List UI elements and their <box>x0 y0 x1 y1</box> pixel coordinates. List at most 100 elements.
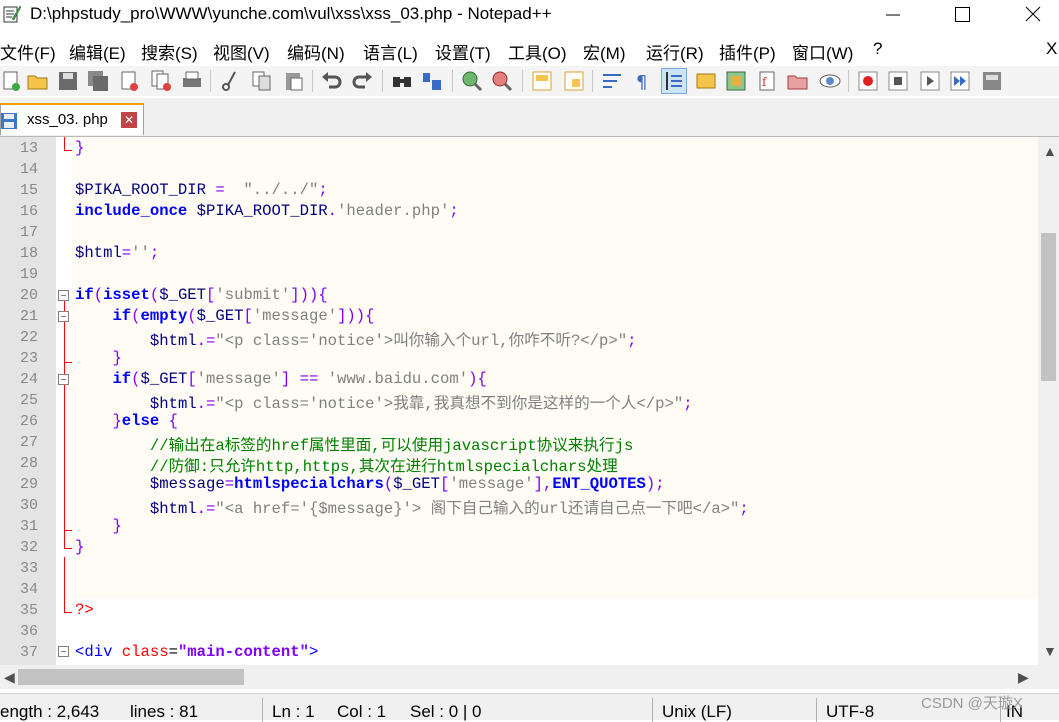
word-wrap-icon[interactable] <box>600 69 624 93</box>
scroll-left-icon[interactable]: ◀ <box>4 669 15 686</box>
line-number: 37 <box>19 644 38 661</box>
code-editor[interactable]: 13 14 15 16 17 18 19 20 21 22 23 24 25 2… <box>0 137 1038 665</box>
tab-close-icon[interactable]: ✕ <box>121 112 137 128</box>
tab-label: xss_03. php <box>27 111 108 128</box>
menu-close-doc[interactable]: X <box>1046 39 1057 59</box>
maximize-button[interactable] <box>940 0 986 30</box>
line-number: 13 <box>19 140 38 157</box>
menu-macro[interactable]: 宏(M) <box>583 39 625 64</box>
status-length: ength : 2,643 <box>0 702 100 721</box>
menu-run[interactable]: 运行(R) <box>646 39 704 64</box>
close-button[interactable] <box>1010 0 1056 30</box>
close-file-icon[interactable] <box>118 69 142 93</box>
play-macro-icon[interactable] <box>918 69 942 93</box>
zoom-in-icon[interactable] <box>460 69 484 93</box>
code-line: $PIKA_ROOT_DIR = "../../"; <box>75 181 328 199</box>
function-list-icon[interactable]: f <box>756 69 780 93</box>
sync-vertical-icon[interactable] <box>530 69 554 93</box>
fold-toggle-line-37[interactable] <box>58 646 69 657</box>
status-col: Col : 1 <box>337 702 387 721</box>
horizontal-scrollbar[interactable]: ◀ ▶ <box>0 665 1038 689</box>
line-number: 28 <box>19 455 38 472</box>
code-line: if(isset($_GET['submit'])){ <box>75 286 328 304</box>
tab-xss-03-php[interactable]: xss_03. php ✕ <box>0 103 144 135</box>
doc-map-icon[interactable] <box>724 69 748 93</box>
line-number: 34 <box>19 581 38 598</box>
menu-language[interactable]: 语言(L) <box>363 39 418 64</box>
line-number: 30 <box>19 497 38 514</box>
vertical-scroll-thumb[interactable] <box>1041 233 1056 381</box>
close-all-icon[interactable] <box>150 69 174 93</box>
sync-horizontal-icon[interactable] <box>562 69 586 93</box>
zoom-out-icon[interactable] <box>490 69 514 93</box>
open-file-icon[interactable] <box>26 69 50 93</box>
record-macro-icon[interactable] <box>856 69 880 93</box>
line-number: 22 <box>19 329 38 346</box>
code-line: $message=htmlspecialchars($_GET['message… <box>149 475 665 493</box>
show-all-chars-icon[interactable]: ¶ <box>630 69 654 93</box>
line-number: 26 <box>19 413 38 430</box>
redo-icon[interactable] <box>350 69 374 93</box>
minimize-button[interactable] <box>870 0 916 30</box>
menu-help[interactable]: ? <box>873 39 882 59</box>
folder-as-workspace-icon[interactable] <box>786 69 810 93</box>
tab-strip: xss_03. php ✕ <box>0 98 1059 137</box>
line-number: 33 <box>19 560 38 577</box>
scroll-right-icon[interactable]: ▶ <box>1018 669 1029 686</box>
save-all-icon[interactable] <box>86 69 110 93</box>
code-line: $html.="<p class='notice'>叫你输入个url,你咋不听?… <box>149 332 637 350</box>
code-line: <div class="main-content"> <box>75 643 319 661</box>
code-line: }else { <box>112 412 178 430</box>
line-number: 15 <box>19 182 38 199</box>
scroll-up-icon[interactable]: ▲ <box>1043 143 1057 159</box>
code-line: if($_GET['message'] == 'www.baidu.com'){ <box>112 370 487 388</box>
notepadpp-app-icon <box>3 5 22 23</box>
line-number: 18 <box>19 245 38 262</box>
scroll-down-icon[interactable]: ▼ <box>1043 643 1057 659</box>
saved-file-icon <box>1 113 17 129</box>
code-line: //输出在a标签的href属性里面,可以使用javascript协议来执行js <box>75 437 634 455</box>
undo-icon[interactable] <box>320 69 344 93</box>
menu-view[interactable]: 视图(V) <box>213 39 270 64</box>
vertical-scrollbar[interactable]: ▲ ▼ <box>1038 137 1059 665</box>
line-number: 25 <box>19 392 38 409</box>
menu-encoding[interactable]: 编码(N) <box>287 39 345 64</box>
status-encoding: UTF-8 <box>826 702 875 721</box>
horizontal-scroll-thumb[interactable] <box>18 669 244 685</box>
menu-file[interactable]: 文件(F) <box>0 39 56 64</box>
save-icon[interactable] <box>56 69 80 93</box>
indent-guide-icon[interactable] <box>661 68 687 94</box>
menu-bar: 文件(F) 编辑(E) 搜索(S) 视图(V) 编码(N) 语言(L) 设置(T… <box>0 36 1059 64</box>
save-macro-icon[interactable] <box>980 69 1004 93</box>
line-number: 20 <box>19 287 38 304</box>
line-number: 21 <box>19 308 38 325</box>
replace-icon[interactable] <box>420 69 444 93</box>
stop-macro-icon[interactable] <box>886 69 910 93</box>
line-number: 19 <box>19 266 38 283</box>
code-line: //防御:只允许http,https,其次在进行htmlspecialchars… <box>75 458 618 476</box>
fold-toggle-line-21[interactable] <box>58 311 69 322</box>
new-file-icon[interactable] <box>0 69 24 93</box>
line-number: 16 <box>19 203 38 220</box>
menu-window[interactable]: 窗口(W) <box>792 39 853 64</box>
cut-icon[interactable] <box>218 69 242 93</box>
menu-settings[interactable]: 设置(T) <box>435 39 491 64</box>
menu-search[interactable]: 搜索(S) <box>141 39 198 64</box>
fold-toggle-line-20[interactable] <box>58 290 69 301</box>
copy-icon[interactable] <box>250 69 274 93</box>
status-eol: Unix (LF) <box>662 702 732 721</box>
code-line: ?> <box>75 601 94 619</box>
print-icon[interactable] <box>180 69 204 93</box>
menu-edit[interactable]: 编辑(E) <box>69 39 126 64</box>
window-title: D:\phpstudy_pro\WWW\yunche.com\vul\xss\x… <box>30 4 552 23</box>
status-bar: ength : 2,643 lines : 81 Ln : 1 Col : 1 … <box>0 693 1059 722</box>
find-icon[interactable] <box>390 69 414 93</box>
monitoring-icon[interactable] <box>818 69 842 93</box>
fold-toggle-line-24[interactable] <box>58 374 69 385</box>
menu-plugins[interactable]: 插件(P) <box>719 39 776 64</box>
menu-tools[interactable]: 工具(O) <box>508 39 567 64</box>
paste-icon[interactable] <box>282 69 306 93</box>
user-defined-lang-icon[interactable] <box>694 69 718 93</box>
run-macro-multiple-icon[interactable] <box>948 69 972 93</box>
line-number: 24 <box>19 371 38 388</box>
